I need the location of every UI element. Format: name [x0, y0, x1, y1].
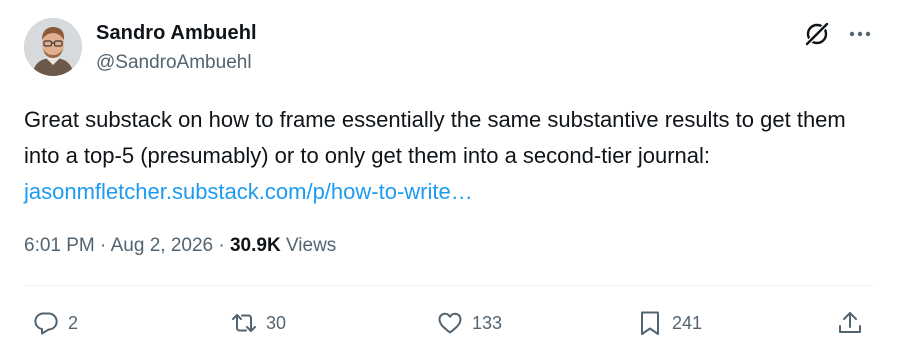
tweet-time[interactable]: 6:01 PM	[24, 235, 95, 256]
author-name[interactable]: Sandro Ambuehl	[96, 22, 257, 45]
grok-icon[interactable]	[803, 20, 831, 48]
retweet-button[interactable]: 30	[230, 308, 286, 338]
bookmark-icon	[641, 311, 659, 335]
reply-icon	[34, 312, 58, 335]
reply-count: 2	[68, 312, 79, 333]
tweet-link[interactable]: jasonmfletcher.substack.com/p/how-to-wri…	[24, 179, 473, 204]
tweet-meta: 6:01 PM · Aug 2, 2026 · 30.9K Views	[24, 235, 336, 257]
avatar[interactable]	[24, 18, 82, 76]
tweet-text: Great substack on how to frame essential…	[24, 102, 874, 210]
retweet-count: 30	[266, 312, 287, 333]
meta-separator: ·	[213, 235, 230, 256]
share-button[interactable]	[836, 308, 864, 338]
divider	[24, 285, 874, 286]
tweet-date[interactable]: Aug 2, 2026	[111, 235, 213, 256]
retweet-icon	[232, 314, 256, 332]
meta-separator: ·	[94, 235, 111, 256]
tweet-card: Sandro Ambuehl @SandroAmbuehl Great subs…	[0, 0, 898, 351]
views-label: Views	[280, 235, 337, 256]
tweet-text-body: Great substack on how to frame essential…	[24, 107, 846, 168]
like-count: 133	[472, 312, 503, 333]
reply-button[interactable]: 2	[32, 308, 78, 338]
more-options-icon[interactable]	[845, 22, 875, 46]
author-handle[interactable]: @SandroAmbuehl	[96, 52, 252, 74]
bookmark-button[interactable]: 241	[636, 308, 702, 338]
avatar-image	[24, 18, 82, 76]
like-button[interactable]: 133	[436, 308, 502, 338]
heart-icon	[438, 312, 462, 334]
bookmark-count: 241	[672, 312, 703, 333]
share-icon	[839, 312, 861, 333]
views-count: 30.9K	[229, 235, 281, 256]
